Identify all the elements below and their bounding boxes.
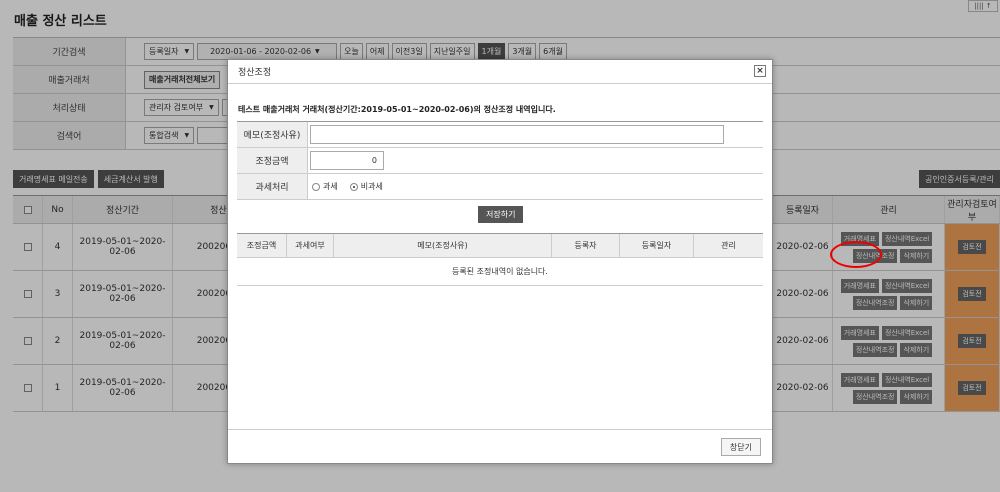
modal-title: 정산조정 [238, 68, 272, 78]
adjust-form: 메모(조정사유) 조정금액 0 과세처리 과세 비과세 [237, 121, 763, 200]
history-col-tax: 과세여부 [287, 234, 334, 257]
modal-info-text: 테스트 매출거래처 거래처(정산기간:2019-05-01~2020-02-06… [238, 105, 556, 114]
history-col-memo: 메모(조정사유) [334, 234, 552, 257]
tax-radio-nontaxable[interactable]: 비과세 [349, 181, 383, 192]
memo-input[interactable] [310, 125, 724, 144]
red-annotation-circle [830, 241, 882, 268]
history-empty-message: 등록된 조정내역이 없습니다. [237, 258, 763, 286]
amount-input[interactable]: 0 [310, 151, 384, 170]
save-button[interactable]: 저장하기 [478, 206, 524, 223]
close-window-button[interactable]: 창닫기 [720, 438, 761, 456]
amount-label: 조정금액 [237, 148, 308, 173]
tax-option-label: 과세 [323, 182, 338, 191]
radio-checked-icon [349, 182, 358, 191]
adjust-history-table: 조정금액 과세여부 메모(조정사유) 등록자 등록일자 관리 등록된 조정내역이… [237, 233, 763, 286]
tax-label: 과세처리 [237, 174, 308, 199]
history-col-mgmt: 관리 [721, 241, 736, 250]
modal-header: 정산조정 × [228, 60, 772, 84]
history-col-amount: 조정금액 [237, 234, 287, 257]
radio-icon [312, 182, 320, 191]
settlement-adjust-modal: 정산조정 × 테스트 매출거래처 거래처(정산기간:2019-05-01~202… [227, 59, 773, 464]
memo-label: 메모(조정사유) [237, 122, 308, 147]
history-col-date: 등록일자 [620, 234, 694, 257]
close-icon[interactable]: × [754, 65, 766, 77]
history-col-registrant: 등록자 [552, 234, 620, 257]
history-header: 조정금액 과세여부 메모(조정사유) 등록자 등록일자 관리 [237, 234, 763, 258]
modal-footer: 창닫기 [228, 429, 772, 463]
tax-radio-taxable[interactable]: 과세 [312, 181, 338, 192]
tax-option-label: 비과세 [360, 182, 383, 191]
